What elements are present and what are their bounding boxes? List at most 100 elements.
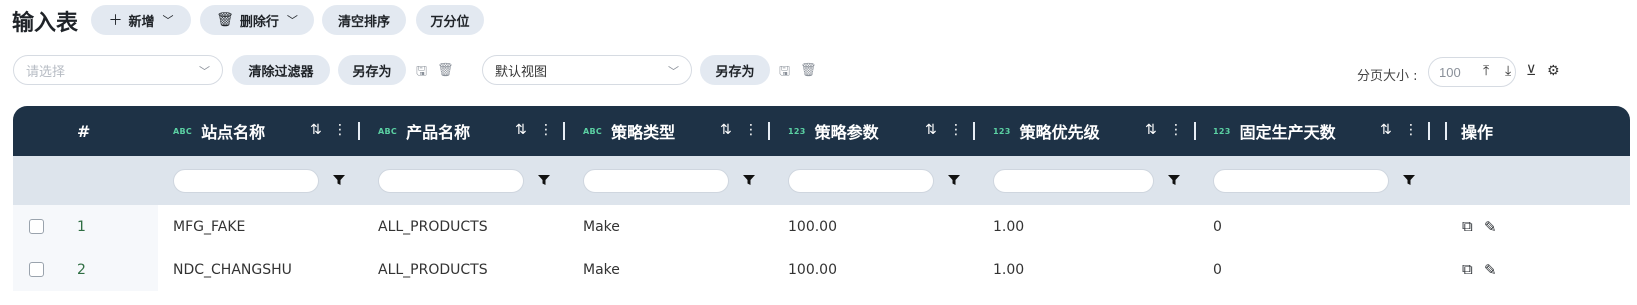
column-header-label: 策略类型 bbox=[611, 123, 676, 142]
delete-row-button-label: 删除行 bbox=[239, 14, 279, 30]
save-as-filter-button[interactable]: 另存为 bbox=[338, 55, 406, 85]
add-button-label: 新增 bbox=[128, 14, 155, 30]
funnel-icon[interactable] bbox=[947, 173, 961, 187]
strategy-priority-cell[interactable]: 1.00 bbox=[993, 205, 1024, 248]
number-type-icon: 123 bbox=[1213, 126, 1231, 136]
page-title: 输入表 bbox=[12, 11, 79, 36]
row-checkbox[interactable] bbox=[29, 262, 44, 277]
sort-icon[interactable]: ⇅ bbox=[310, 121, 322, 138]
column-header-strategy-param[interactable]: 123 策略参数 bbox=[788, 106, 879, 156]
column-header-label: 策略参数 bbox=[814, 123, 879, 142]
text-type-icon: ABC bbox=[583, 126, 603, 136]
page-size-input[interactable]: 100 bbox=[1428, 57, 1516, 87]
action-header: 操作 bbox=[1461, 123, 1494, 142]
strategy-priority-cell[interactable]: 1.00 bbox=[993, 248, 1024, 291]
trash-icon[interactable]: 🗑 bbox=[437, 62, 454, 78]
filter-select-placeholder: 请选择 bbox=[26, 64, 66, 80]
save-as-view-button[interactable]: 另存为 bbox=[700, 55, 770, 85]
filter-row bbox=[13, 156, 1630, 205]
column-resize-handle[interactable] bbox=[563, 122, 565, 140]
chevron-down-icon: ﹀ bbox=[286, 14, 298, 27]
more-vertical-icon[interactable]: ⋮ bbox=[1404, 121, 1418, 138]
row-checkbox[interactable] bbox=[29, 219, 44, 234]
column-resize-handle[interactable] bbox=[358, 122, 360, 140]
trash-icon: 🗑 bbox=[216, 12, 234, 28]
column-resize-handle[interactable] bbox=[1445, 122, 1447, 140]
row-number: 1 bbox=[77, 218, 86, 235]
strategy-param-filter-input[interactable] bbox=[788, 169, 934, 193]
table-row: 2 NDC_CHANGSHU ALL_PRODUCTS Make 100.00 … bbox=[13, 248, 1630, 291]
funnel-icon[interactable] bbox=[742, 173, 756, 187]
site-cell[interactable]: MFG_FAKE bbox=[173, 205, 245, 248]
more-vertical-icon[interactable]: ⋮ bbox=[1169, 121, 1183, 138]
funnel-icon[interactable] bbox=[537, 173, 551, 187]
site-filter-input[interactable] bbox=[173, 169, 319, 193]
funnel-icon[interactable] bbox=[1402, 173, 1416, 187]
column-header-strategy-type[interactable]: ABC 策略类型 bbox=[583, 106, 675, 156]
sort-icon[interactable]: ⇅ bbox=[515, 121, 527, 138]
download-icon[interactable]: ⤓ bbox=[1505, 62, 1511, 79]
fixed-days-cell[interactable]: 0 bbox=[1213, 205, 1222, 248]
fixed-days-filter-input[interactable] bbox=[1213, 169, 1389, 193]
table-row: 1 MFG_FAKE ALL_PRODUCTS Make 100.00 1.00… bbox=[13, 205, 1630, 248]
more-vertical-icon[interactable]: ⋮ bbox=[539, 121, 553, 138]
copy-icon[interactable]: ⧉ bbox=[1462, 218, 1473, 235]
product-cell[interactable]: ALL_PRODUCTS bbox=[378, 248, 488, 291]
save-icon[interactable]: 🖫 bbox=[779, 62, 790, 84]
column-resize-handle[interactable] bbox=[1428, 122, 1430, 140]
edit-icon[interactable]: ✎ bbox=[1484, 261, 1497, 279]
clear-filter-button[interactable]: 清除过滤器 bbox=[232, 55, 330, 85]
view-select-value: 默认视图 bbox=[495, 64, 548, 80]
column-resize-handle[interactable] bbox=[973, 122, 975, 140]
column-header-fixed-days[interactable]: 123 固定生产天数 bbox=[1213, 106, 1336, 156]
sort-icon[interactable]: ⇅ bbox=[1380, 121, 1392, 138]
strategy-type-cell[interactable]: Make bbox=[583, 205, 620, 248]
fixed-days-cell[interactable]: 0 bbox=[1213, 248, 1222, 291]
page-size-label: 分页大小 : bbox=[1357, 69, 1418, 84]
gear-icon[interactable]: ⚙ bbox=[1547, 62, 1560, 79]
column-header-label: 策略优先级 bbox=[1019, 123, 1100, 142]
delete-row-button[interactable]: 🗑 删除行 ﹀ bbox=[200, 5, 314, 35]
more-vertical-icon[interactable]: ⋮ bbox=[333, 121, 347, 138]
sort-icon[interactable]: ⇅ bbox=[925, 121, 937, 138]
column-toggle-icon[interactable]: ⊻ bbox=[1526, 62, 1536, 79]
thousands-separator-button[interactable]: 万分位 bbox=[416, 5, 484, 35]
copy-icon[interactable]: ⧉ bbox=[1462, 261, 1473, 278]
filter-select[interactable]: 请选择 ﹀ bbox=[13, 55, 223, 85]
more-vertical-icon[interactable]: ⋮ bbox=[744, 121, 758, 138]
add-button[interactable]: ＋ 新增 ﹀ bbox=[91, 5, 191, 35]
upload-icon[interactable]: ⤒ bbox=[1483, 62, 1489, 79]
strategy-param-cell[interactable]: 100.00 bbox=[788, 205, 837, 248]
sort-icon[interactable]: ⇅ bbox=[720, 121, 732, 138]
product-cell[interactable]: ALL_PRODUCTS bbox=[378, 205, 488, 248]
clear-sort-button[interactable]: 清空排序 bbox=[322, 5, 406, 35]
chevron-down-icon: ﹀ bbox=[199, 65, 210, 78]
column-header-product[interactable]: ABC 产品名称 bbox=[378, 106, 470, 156]
data-grid: # ABC 站点名称 ⇅ ⋮ ABC 产品名称 ⇅ ⋮ ABC 策略类型 ⇅ ⋮… bbox=[13, 106, 1630, 305]
strategy-type-filter-input[interactable] bbox=[583, 169, 729, 193]
view-select[interactable]: 默认视图 ﹀ bbox=[482, 55, 692, 85]
row-number: 2 bbox=[77, 261, 86, 278]
column-resize-handle[interactable] bbox=[768, 122, 770, 140]
strategy-type-cell[interactable]: Make bbox=[583, 248, 620, 291]
site-cell[interactable]: NDC_CHANGSHU bbox=[173, 248, 292, 291]
sort-icon[interactable]: ⇅ bbox=[1145, 121, 1157, 138]
save-icon[interactable]: 🖫 bbox=[416, 62, 427, 84]
column-header-strategy-priority[interactable]: 123 策略优先级 bbox=[993, 106, 1100, 156]
funnel-icon[interactable] bbox=[332, 173, 346, 187]
edit-icon[interactable]: ✎ bbox=[1484, 218, 1497, 236]
funnel-icon[interactable] bbox=[1167, 173, 1181, 187]
strategy-priority-filter-input[interactable] bbox=[993, 169, 1154, 193]
column-header-label: 站点名称 bbox=[201, 123, 266, 142]
column-resize-handle[interactable] bbox=[1194, 122, 1196, 140]
column-header-site[interactable]: ABC 站点名称 bbox=[173, 106, 265, 156]
index-header: # bbox=[77, 121, 91, 141]
number-type-icon: 123 bbox=[993, 126, 1011, 136]
text-type-icon: ABC bbox=[378, 126, 398, 136]
product-filter-input[interactable] bbox=[378, 169, 524, 193]
trash-icon[interactable]: 🗑 bbox=[800, 62, 817, 78]
text-type-icon: ABC bbox=[173, 126, 193, 136]
more-vertical-icon[interactable]: ⋮ bbox=[949, 121, 963, 138]
strategy-param-cell[interactable]: 100.00 bbox=[788, 248, 837, 291]
table-header: # ABC 站点名称 ⇅ ⋮ ABC 产品名称 ⇅ ⋮ ABC 策略类型 ⇅ ⋮… bbox=[13, 106, 1630, 156]
